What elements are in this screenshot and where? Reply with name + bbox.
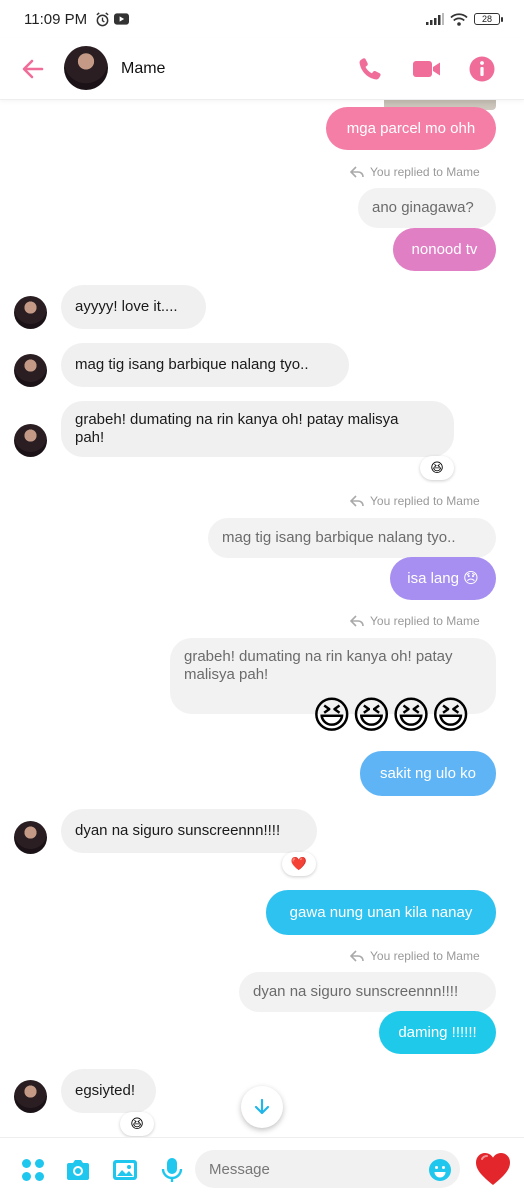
reply-arrow-icon [350, 950, 364, 962]
wifi-icon [450, 12, 468, 26]
image-icon[interactable] [111, 1156, 139, 1184]
camera-icon[interactable] [64, 1156, 92, 1184]
conversation-header: Mame [0, 38, 524, 100]
contact-avatar-small[interactable] [14, 354, 47, 387]
alarm-icon [96, 11, 109, 26]
message-bubble-received[interactable]: mag tig isang barbique nalang tyo.. [61, 343, 349, 387]
youtube-icon [114, 13, 130, 25]
message-bubble-sent[interactable]: nonood tv [393, 228, 496, 271]
emoji-icon[interactable] [428, 1158, 452, 1182]
reply-label: You replied to Mame [350, 494, 480, 508]
message-bubble-sent[interactable]: isa lang 😞 [390, 557, 496, 600]
scroll-to-bottom-button[interactable] [241, 1086, 283, 1128]
contact-name[interactable]: Mame [121, 60, 165, 78]
reply-label-text: You replied to Mame [370, 614, 480, 628]
reaction-badge[interactable]: 😆 [120, 1112, 154, 1136]
emoji-message[interactable]: 😆😆😆😆 [312, 694, 470, 738]
grid-dots-icon[interactable] [20, 1157, 46, 1183]
message-bubble-received[interactable]: dyan na siguro sunscreennn!!!! [61, 809, 317, 853]
info-icon[interactable] [469, 56, 495, 82]
message-bubble-sent[interactable]: mga parcel mo ohh [326, 107, 496, 150]
back-arrow-icon[interactable] [20, 56, 46, 82]
quoted-message[interactable]: ano ginagawa? [358, 188, 496, 228]
message-bubble-received[interactable]: ayyyy! love it.... [61, 285, 206, 329]
reply-label-text: You replied to Mame [370, 165, 480, 179]
video-camera-icon[interactable] [412, 55, 442, 83]
reply-arrow-icon [350, 615, 364, 627]
reply-label: You replied to Mame [350, 165, 480, 179]
message-line: grabeh! dumating na rin kanya oh! patay [184, 648, 453, 665]
contact-avatar-small[interactable] [14, 821, 47, 854]
message-bubble-received[interactable]: egsiyted! [61, 1069, 156, 1113]
microphone-icon[interactable] [158, 1156, 186, 1184]
quoted-message[interactable]: dyan na siguro sunscreennn!!!! [239, 972, 496, 1012]
reply-label-text: You replied to Mame [370, 949, 480, 963]
battery-indicator: 28 [474, 13, 503, 25]
message-line: pah! [75, 429, 105, 446]
reply-label-text: You replied to Mame [370, 494, 480, 508]
reply-label: You replied to Mame [350, 949, 480, 963]
message-bubble-sent[interactable]: gawa nung unan kila nanay [266, 890, 496, 935]
status-time: 11:09 PM [24, 10, 88, 28]
contact-avatar-small[interactable] [14, 424, 47, 457]
reply-arrow-icon [350, 495, 364, 507]
signal-icon [426, 13, 444, 25]
message-input[interactable] [195, 1150, 460, 1188]
arrow-down-icon [254, 1098, 270, 1115]
status-bar: 11:09 PM 28 [0, 0, 524, 38]
reply-label: You replied to Mame [350, 614, 480, 628]
message-bubble-sent[interactable]: daming !!!!!! [379, 1011, 496, 1054]
message-line: grabeh! dumating na rin kanya oh! patay … [75, 411, 399, 428]
quoted-message[interactable]: mag tig isang barbique nalang tyo.. [208, 518, 496, 558]
reaction-badge[interactable]: ❤️ [282, 852, 316, 876]
message-line: malisya pah! [184, 666, 269, 683]
message-composer [0, 1137, 524, 1200]
reaction-badge[interactable]: 😆 [420, 456, 454, 480]
contact-avatar-small[interactable] [14, 296, 47, 329]
contact-avatar[interactable] [64, 46, 108, 90]
contact-avatar-small[interactable] [14, 1080, 47, 1113]
phone-icon[interactable] [356, 55, 384, 83]
message-bubble-received[interactable]: grabeh! dumating na rin kanya oh! patay … [61, 401, 454, 457]
reply-arrow-icon [350, 166, 364, 178]
heart-icon[interactable] [474, 1151, 512, 1187]
message-bubble-sent[interactable]: sakit ng ulo ko [360, 751, 496, 796]
